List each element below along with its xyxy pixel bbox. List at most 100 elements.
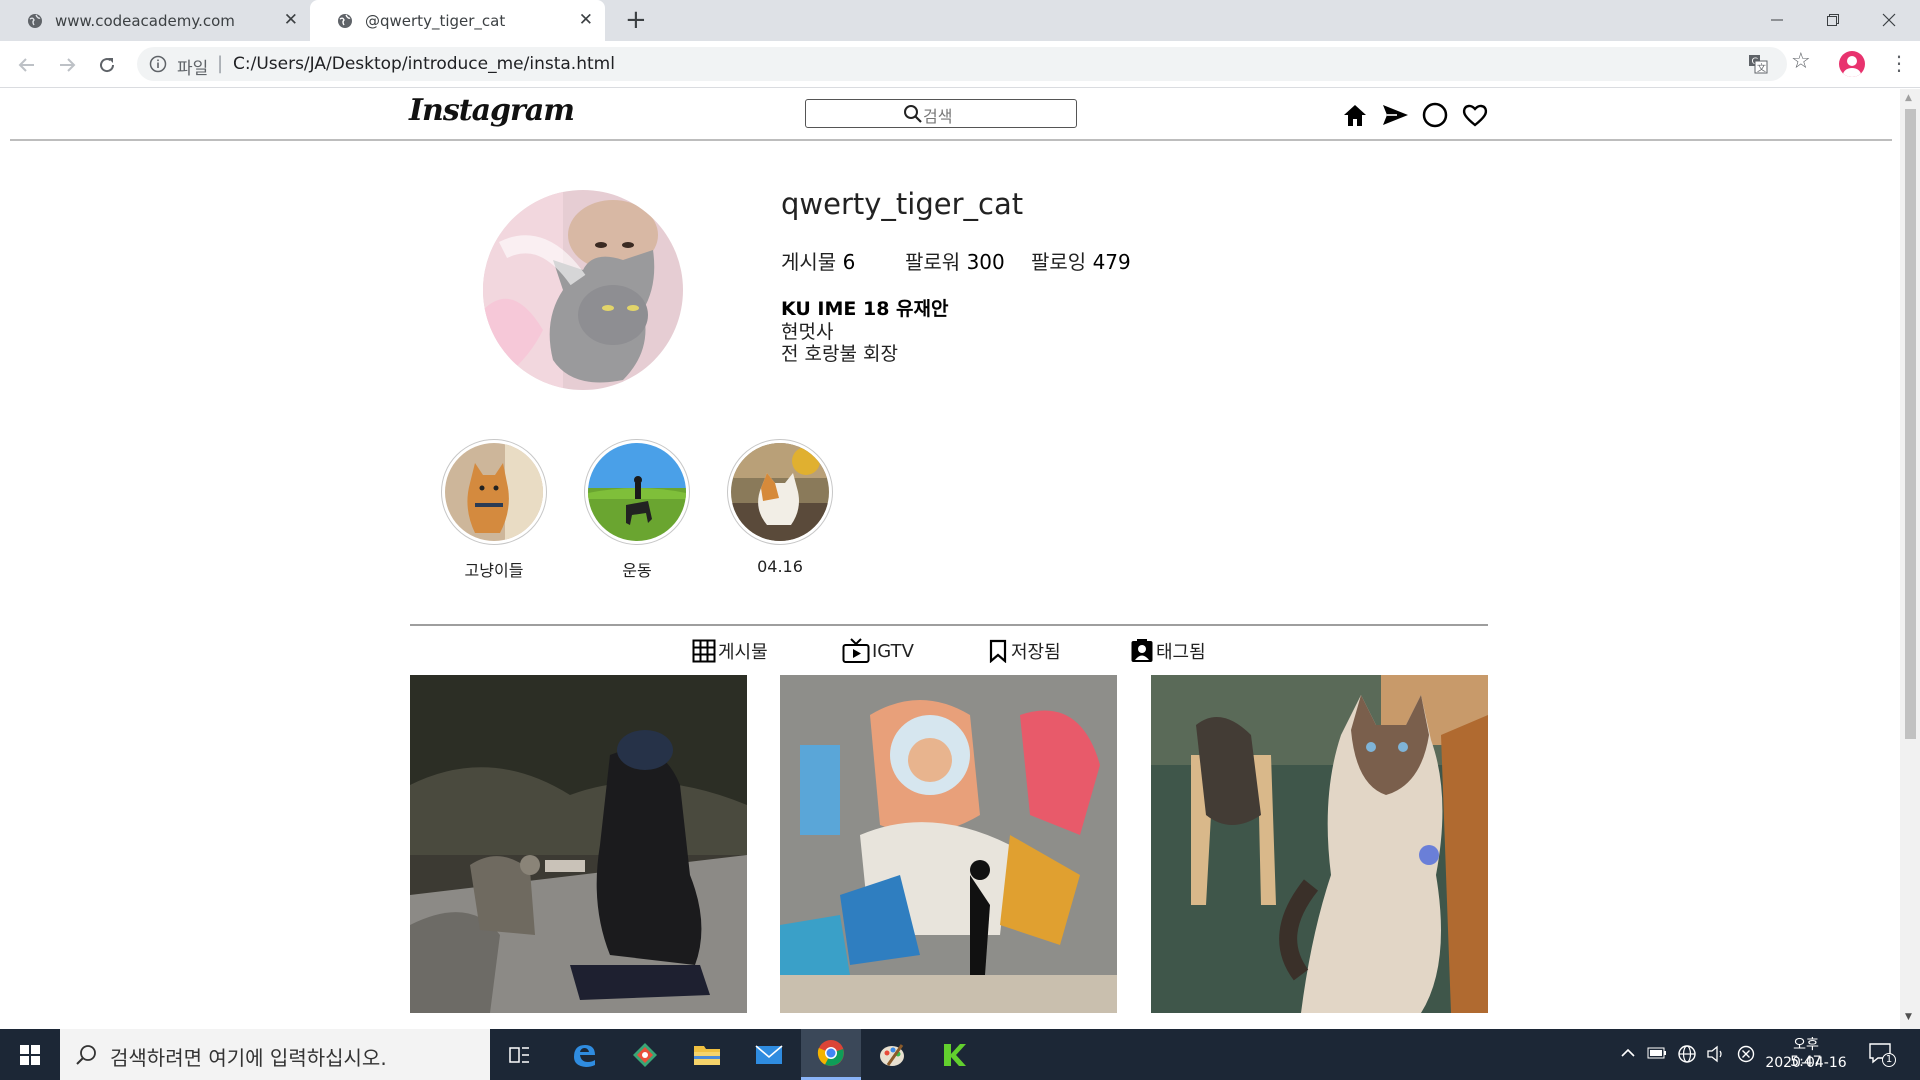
back-arrow-icon bbox=[18, 58, 34, 72]
explore-circle-icon[interactable] bbox=[1421, 101, 1449, 129]
post-photo bbox=[780, 675, 1117, 1013]
tab-igtv[interactable]: IGTV bbox=[842, 636, 914, 666]
back-button[interactable] bbox=[14, 52, 40, 78]
action-center-button[interactable]: 1 bbox=[1868, 1041, 1896, 1069]
paint-app-button[interactable] bbox=[862, 1029, 922, 1080]
tab-label: IGTV bbox=[872, 640, 914, 662]
tv-icon bbox=[842, 638, 870, 663]
mail-icon bbox=[755, 1044, 783, 1064]
search-input[interactable]: 검색 bbox=[805, 99, 1077, 128]
browser-tab-codeacademy[interactable]: www.codeacademy.com ✕ bbox=[0, 0, 310, 41]
reload-button[interactable] bbox=[94, 52, 120, 78]
scroll-up-arrow-icon[interactable]: ▲ bbox=[1905, 93, 1912, 103]
notification-count-badge: 1 bbox=[1882, 1053, 1896, 1067]
edge-app-button[interactable] bbox=[554, 1029, 614, 1080]
mail-app-button[interactable] bbox=[739, 1029, 799, 1080]
edge-browser-icon bbox=[574, 1044, 595, 1067]
tab-label: 태그됨 bbox=[1156, 642, 1206, 663]
post-photo bbox=[410, 675, 747, 1013]
close-icon bbox=[1882, 13, 1896, 27]
file-explorer-button[interactable] bbox=[677, 1029, 737, 1080]
kite-app-button[interactable] bbox=[924, 1029, 984, 1080]
restore-button[interactable] bbox=[1813, 6, 1853, 34]
info-icon[interactable] bbox=[149, 55, 167, 73]
paint-palette-icon bbox=[880, 1043, 904, 1066]
task-view-icon bbox=[509, 1046, 529, 1063]
svg-text:文: 文 bbox=[1757, 62, 1766, 74]
battery-icon[interactable] bbox=[1647, 1047, 1667, 1059]
tab-title: @qwerty_tiger_cat bbox=[365, 11, 506, 30]
minimize-button[interactable] bbox=[1757, 6, 1797, 34]
start-button[interactable] bbox=[0, 1029, 60, 1080]
input-method-icon[interactable] bbox=[1737, 1045, 1755, 1063]
new-tab-button[interactable]: + bbox=[625, 7, 647, 33]
windows-taskbar: 검색하려면 여기에 입력하십시오. 오후 5:47 2020-04-16 1 bbox=[0, 1029, 1920, 1080]
post-thumbnail-2[interactable] bbox=[780, 675, 1117, 1013]
globe-icon bbox=[28, 13, 42, 28]
address-bar[interactable]: 파일 | C:/Users/JA/Desktop/introduce_me/in… bbox=[137, 47, 1787, 81]
post-thumbnail-1[interactable] bbox=[410, 675, 747, 1013]
clock-date[interactable]: 2020-04-16 bbox=[1764, 1055, 1848, 1071]
browser-tab-insta[interactable]: @qwerty_tiger_cat ✕ bbox=[310, 0, 605, 41]
browser-tab-bar: www.codeacademy.com ✕ @qwerty_tiger_cat … bbox=[0, 0, 1920, 41]
chrome-app-button[interactable] bbox=[801, 1029, 861, 1080]
direct-send-icon[interactable] bbox=[1381, 101, 1409, 129]
bio-line: 전 호랑불 회장 bbox=[781, 343, 898, 365]
highlight-ring bbox=[727, 439, 833, 545]
page-scrollbar[interactable]: ▲ ▼ bbox=[1900, 89, 1920, 1029]
highlight-thumbnail bbox=[731, 443, 829, 541]
bookmark-icon bbox=[989, 639, 1007, 663]
highlight-label: 04.16 bbox=[757, 557, 803, 576]
browser-profile-avatar[interactable] bbox=[1839, 51, 1865, 77]
close-tab-icon[interactable]: ✕ bbox=[579, 11, 593, 29]
tab-tagged[interactable]: 태그됨 bbox=[1130, 636, 1206, 666]
stat-value: 479 bbox=[1092, 250, 1131, 274]
tagged-person-icon bbox=[1131, 639, 1153, 662]
forward-button[interactable] bbox=[54, 52, 80, 78]
grid-icon bbox=[692, 639, 716, 663]
network-globe-icon[interactable] bbox=[1677, 1044, 1697, 1064]
tab-title: www.codeacademy.com bbox=[55, 11, 235, 30]
highlight-exercise[interactable]: 운동 bbox=[582, 439, 692, 581]
browser-menu-icon[interactable]: ⋮ bbox=[1889, 49, 1909, 77]
profile-avatar[interactable] bbox=[483, 190, 683, 390]
volume-icon[interactable] bbox=[1706, 1045, 1726, 1063]
taskbar-search-input[interactable]: 검색하려면 여기에 입력하십시오. bbox=[60, 1029, 490, 1080]
close-tab-icon[interactable]: ✕ bbox=[284, 11, 298, 29]
activity-heart-icon[interactable] bbox=[1461, 101, 1489, 129]
tab-posts[interactable]: 게시물 bbox=[692, 636, 768, 666]
close-window-button[interactable] bbox=[1869, 6, 1909, 34]
instagram-logo[interactable]: Instagram bbox=[409, 93, 575, 128]
windows-logo-icon bbox=[20, 1044, 40, 1065]
folder-icon bbox=[694, 1045, 720, 1065]
stat-following[interactable]: 팔로잉 479 bbox=[1031, 246, 1131, 275]
reload-icon bbox=[100, 58, 115, 73]
stat-value: 6 bbox=[842, 250, 856, 274]
tab-label: 저장됨 bbox=[1011, 642, 1061, 663]
show-hidden-icons-chevron-icon[interactable] bbox=[1620, 1047, 1636, 1059]
scroll-down-arrow-icon[interactable]: ▼ bbox=[1905, 1012, 1912, 1022]
chrome-icon bbox=[817, 1040, 844, 1066]
highlight-cats[interactable]: 고냥이들 bbox=[439, 439, 549, 581]
tab-saved[interactable]: 저장됨 bbox=[987, 636, 1061, 666]
translate-icon[interactable]: G文 bbox=[1748, 54, 1768, 74]
stat-posts[interactable]: 게시물 6 bbox=[781, 246, 855, 275]
git-app-button[interactable] bbox=[615, 1029, 675, 1080]
profile-photo bbox=[483, 190, 683, 390]
post-thumbnail-3[interactable] bbox=[1151, 675, 1488, 1013]
highlight-label: 고냥이들 bbox=[464, 561, 524, 580]
profile-username: qwerty_tiger_cat bbox=[781, 187, 1024, 221]
tab-label: 게시물 bbox=[718, 642, 768, 663]
taskbar-search-placeholder: 검색하려면 여기에 입력하십시오. bbox=[110, 1046, 387, 1070]
git-client-icon bbox=[633, 1042, 657, 1067]
task-view-button[interactable] bbox=[490, 1029, 550, 1080]
home-icon[interactable] bbox=[1341, 101, 1369, 129]
restore-icon bbox=[1827, 14, 1839, 26]
highlight-0416[interactable]: 04.16 bbox=[725, 439, 835, 576]
stat-followers[interactable]: 팔로워 300 bbox=[905, 246, 1005, 275]
url-text[interactable]: C:/Users/JA/Desktop/introduce_me/insta.h… bbox=[233, 54, 615, 74]
page-viewport: Instagram 검색 qwerty_tiger_cat 게시물 6 팔로워 … bbox=[0, 89, 1900, 1029]
bookmark-star-icon[interactable]: ☆ bbox=[1791, 50, 1811, 74]
forward-arrow-icon bbox=[60, 58, 76, 72]
scrollbar-thumb[interactable] bbox=[1905, 109, 1916, 739]
